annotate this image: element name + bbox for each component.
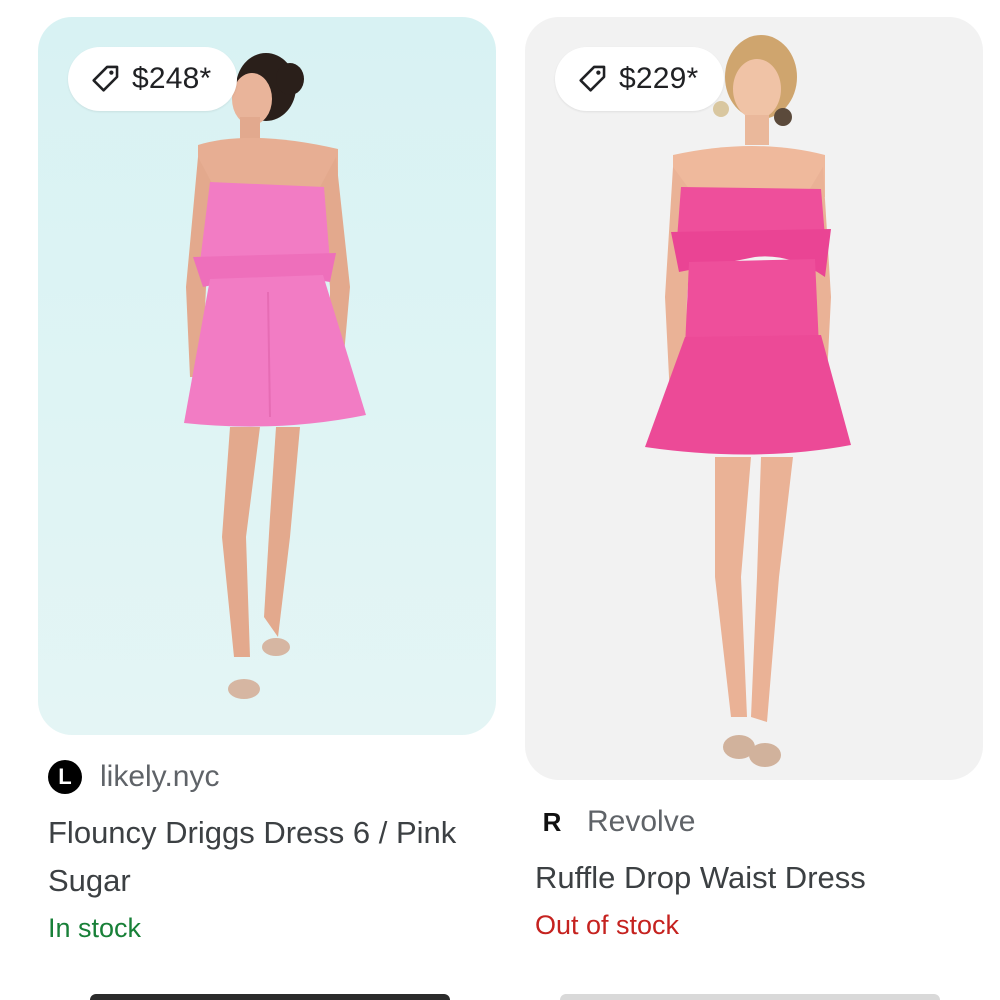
product-meta: R Revolve Ruffle Drop Waist Dress Out of…: [535, 800, 975, 941]
model-photo: [184, 53, 366, 699]
model-photo: [645, 35, 851, 767]
price-tag-icon: [579, 65, 606, 92]
product-grid: $248* L likely.nyc Flouncy Driggs Dress …: [0, 0, 1000, 1000]
price-value: $248*: [132, 62, 212, 95]
price-tag-icon: [92, 65, 119, 92]
product-card[interactable]: $229* R Revolve Ruffle Drop Waist Dress …: [525, 0, 983, 940]
next-card-edge: [560, 994, 940, 1000]
product-image[interactable]: $248*: [38, 17, 496, 735]
product-image[interactable]: $229*: [525, 17, 983, 780]
next-card-edge: [90, 994, 450, 1000]
product-meta: L likely.nyc Flouncy Driggs Dress 6 / Pi…: [48, 755, 488, 944]
price-badge: $229*: [555, 47, 725, 111]
merchant-name: Revolve: [587, 805, 696, 838]
stock-status: Out of stock: [535, 910, 680, 940]
merchant-row[interactable]: R Revolve: [535, 800, 975, 844]
price-badge: $248*: [68, 47, 238, 111]
price-value: $229*: [619, 62, 699, 95]
product-title[interactable]: Flouncy Driggs Dress 6 / Pink Sugar: [48, 809, 488, 905]
merchant-name: likely.nyc: [100, 760, 220, 793]
stock-status: In stock: [48, 913, 142, 943]
merchant-logo-icon: L: [48, 760, 82, 794]
merchant-logo-icon: R: [542, 806, 562, 837]
product-title[interactable]: Ruffle Drop Waist Dress: [535, 854, 975, 902]
merchant-row[interactable]: L likely.nyc: [48, 755, 488, 799]
product-card[interactable]: $248* L likely.nyc Flouncy Driggs Dress …: [38, 0, 496, 943]
